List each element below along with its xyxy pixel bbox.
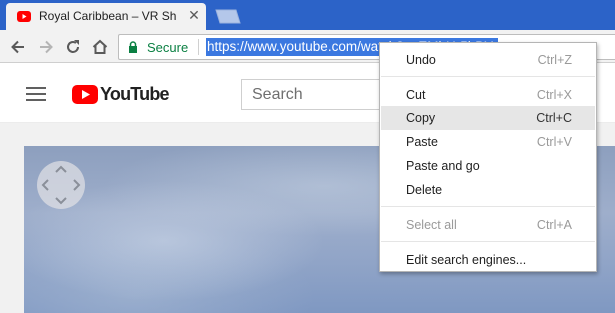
menu-item-undo[interactable]: Undo Ctrl+Z: [381, 48, 595, 72]
menu-separator: [381, 206, 595, 207]
youtube-favicon-icon: [17, 11, 31, 22]
youtube-logo-icon: [72, 85, 98, 104]
reload-icon[interactable]: [63, 37, 83, 57]
menu-separator: [381, 76, 595, 77]
menu-item-copy[interactable]: Copy Ctrl+C: [381, 106, 595, 130]
lock-icon: [129, 41, 137, 53]
secure-label: Secure: [147, 40, 189, 55]
menu-item-paste[interactable]: Paste Ctrl+V: [381, 130, 595, 154]
new-tab-button[interactable]: [212, 9, 242, 24]
context-menu: Undo Ctrl+Z Cut Ctrl+X Copy Ctrl+C Paste…: [379, 42, 597, 272]
browser-tab-strip: Royal Caribbean – VR Sh ✕: [0, 0, 615, 30]
browser-tab[interactable]: Royal Caribbean – VR Sh ✕: [6, 3, 206, 30]
close-icon[interactable]: ✕: [187, 8, 201, 22]
tab-title: Royal Caribbean – VR Sh: [39, 9, 177, 23]
omnibox-divider: [198, 39, 199, 55]
menu-item-paste-and-go[interactable]: Paste and go: [381, 154, 595, 178]
back-arrow-icon[interactable]: [8, 37, 28, 57]
hamburger-menu-icon[interactable]: [26, 87, 46, 101]
menu-item-select-all: Select all Ctrl+A: [406, 218, 572, 232]
home-icon[interactable]: [90, 37, 110, 57]
menu-item-delete[interactable]: Delete: [381, 178, 595, 202]
menu-separator: [381, 241, 595, 242]
forward-arrow-icon[interactable]: [36, 37, 56, 57]
panorama-navigation-icon[interactable]: [36, 160, 86, 210]
youtube-logo-text: YouTube: [100, 84, 170, 104]
menu-item-cut[interactable]: Cut Ctrl+X: [381, 83, 595, 107]
menu-item-edit-search-engines[interactable]: Edit search engines...: [381, 248, 595, 272]
